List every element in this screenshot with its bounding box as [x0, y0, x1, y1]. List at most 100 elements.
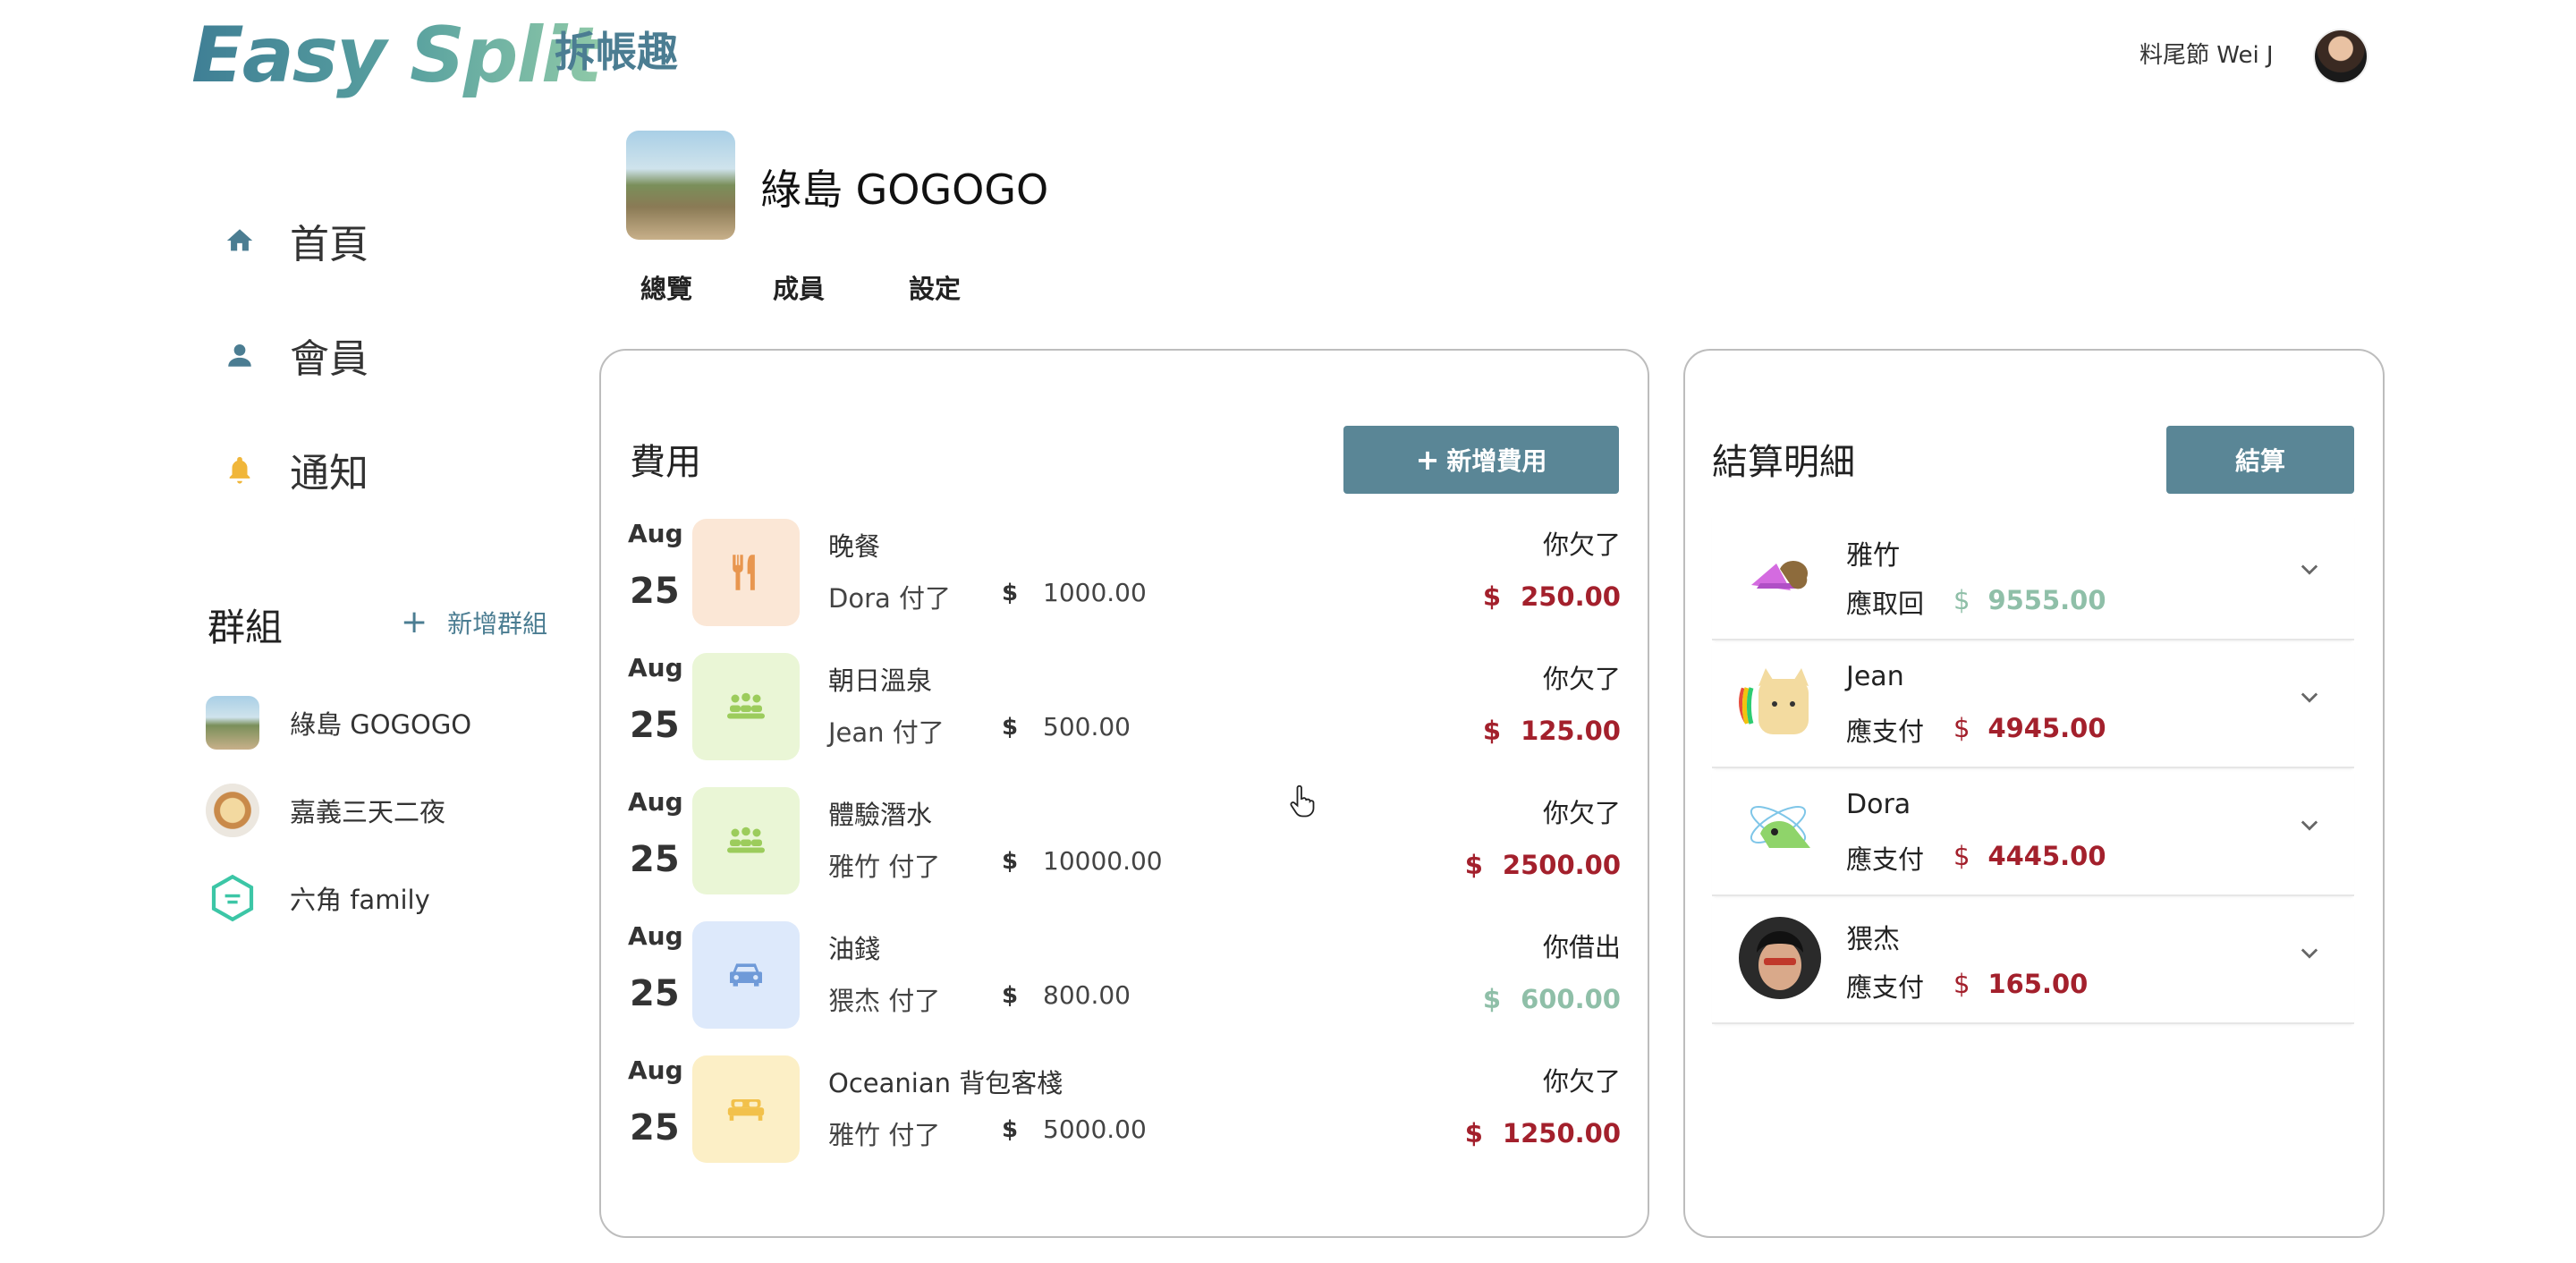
member-name: Dora [1846, 789, 1911, 820]
expense-status: 你欠了 [1542, 798, 1621, 828]
settlement-row[interactable]: Dora 應支付 $4445.00 [1712, 767, 2354, 896]
settlement-value: 4945.00 [1987, 713, 2106, 743]
expense-row[interactable]: Aug 25 體驗潛水 雅竹 付了 $ 10000.00 你欠了 $2500.0… [626, 787, 1621, 921]
expense-row[interactable]: Aug 25 朝日溫泉 Jean 付了 $ 500.00 你欠了 $125.00 [626, 653, 1621, 787]
expense-day: 25 [630, 839, 680, 880]
settlement-amount: $4445.00 [1953, 841, 2106, 871]
expense-currency: $ [1002, 982, 1019, 1009]
expense-amount: 10000.00 [1043, 846, 1163, 876]
add-group-label: 新增群組 [447, 609, 548, 639]
group-thumbnail [206, 696, 259, 750]
plus-icon: + [401, 604, 428, 640]
share-currency: $ [1482, 581, 1502, 612]
hand-cursor-icon [1290, 785, 1315, 818]
settlement-amount: $165.00 [1953, 969, 2088, 999]
expense-share: $1250.00 [1465, 1118, 1621, 1149]
home-icon [222, 223, 258, 259]
group-item-chiayi[interactable]: 嘉義三天二夜 [206, 782, 445, 839]
chevron-down-icon[interactable] [2297, 812, 2322, 837]
expenses-title: 費用 [630, 442, 701, 483]
share-currency: $ [1482, 716, 1502, 746]
chevron-down-icon[interactable] [2297, 684, 2322, 709]
settlement-currency: $ [1953, 713, 1970, 743]
expense-row[interactable]: Aug 25 油錢 猥杰 付了 $ 800.00 你借出 $600.00 [626, 921, 1621, 1055]
add-expense-button[interactable]: + 新增費用 [1343, 426, 1619, 494]
expense-share: $125.00 [1483, 716, 1621, 746]
app-logo[interactable]: Easy Split [191, 11, 603, 100]
nav-label-notifications: 通知 [290, 451, 369, 496]
settlement-value: 9555.00 [1987, 585, 2106, 615]
share-amount: 2500.00 [1502, 850, 1621, 880]
group-item-hexschool[interactable]: 六角 family [206, 869, 430, 927]
expense-status: 你欠了 [1542, 664, 1621, 694]
expense-month: Aug [628, 787, 683, 817]
expense-status: 你欠了 [1542, 1066, 1621, 1097]
expense-payer: 雅竹 付了 [828, 1120, 941, 1150]
expense-payer: Dora 付了 [828, 583, 951, 614]
expense-payer: 猥杰 付了 [828, 986, 941, 1016]
settlement-label: 應支付 [1846, 972, 1925, 1003]
settlement-label: 應支付 [1846, 844, 1925, 875]
expense-amount: 800.00 [1043, 980, 1131, 1010]
tab-overview[interactable]: 總覽 [640, 268, 692, 306]
share-amount: 125.00 [1521, 716, 1621, 746]
nav-item-members[interactable]: 會員 [222, 324, 369, 386]
nav-label-home: 首頁 [290, 222, 369, 267]
expense-share: $2500.00 [1465, 850, 1621, 880]
nav-item-notifications[interactable]: 通知 [222, 438, 369, 501]
avatar [1739, 533, 1821, 615]
add-expense-label: 新增費用 [1446, 446, 1547, 476]
expense-name: Oceanian 背包客棧 [828, 1068, 1063, 1098]
avatar [1739, 917, 1821, 999]
expense-currency: $ [1002, 1116, 1019, 1143]
expense-share: $600.00 [1483, 984, 1621, 1014]
settlement-amount: $9555.00 [1953, 585, 2106, 615]
settlement-row[interactable]: Jean 應支付 $4945.00 [1712, 640, 2354, 768]
expense-status: 你欠了 [1542, 530, 1621, 560]
user-avatar[interactable] [2315, 30, 2367, 82]
utensils-icon [692, 519, 800, 626]
expense-month: Aug [628, 519, 683, 548]
settlement-row[interactable]: 雅竹 應取回 $9555.00 [1712, 512, 2354, 640]
share-amount: 1250.00 [1502, 1118, 1621, 1149]
settlement-value: 4445.00 [1987, 841, 2106, 871]
chevron-down-icon[interactable] [2297, 556, 2322, 581]
share-currency: $ [1482, 984, 1502, 1014]
share-amount: 250.00 [1521, 581, 1621, 612]
expense-status: 你借出 [1542, 932, 1621, 962]
settlement-amount: $4945.00 [1953, 713, 2106, 743]
nav-label-members: 會員 [290, 336, 369, 382]
expense-row[interactable]: Aug 25 Oceanian 背包客棧 雅竹 付了 $ 5000.00 你欠了… [626, 1055, 1621, 1190]
settlement-label: 應取回 [1846, 589, 1925, 619]
group-title: 綠島 GOGOGO [760, 165, 1049, 214]
settlement-value: 165.00 [1987, 969, 2089, 999]
expense-share: $250.00 [1483, 581, 1621, 612]
groups-heading: 群組 [208, 606, 284, 649]
app-logo-subtitle: 拆帳趣 [555, 28, 678, 76]
tab-members[interactable]: 成員 [773, 268, 825, 306]
settlement-currency: $ [1953, 585, 1970, 615]
expense-row[interactable]: Aug 25 晚餐 Dora 付了 $ 1000.00 你欠了 $250.00 [626, 519, 1621, 653]
settlement-label: 應支付 [1846, 716, 1925, 747]
expense-month: Aug [628, 921, 683, 951]
expense-day: 25 [630, 1107, 680, 1149]
people-icon [692, 787, 800, 894]
member-name: 雅竹 [1846, 540, 1900, 572]
expense-currency: $ [1002, 714, 1019, 741]
expense-day: 25 [630, 705, 680, 746]
expense-month: Aug [628, 1055, 683, 1085]
member-name: 猥杰 [1846, 924, 1900, 955]
chevron-down-icon[interactable] [2297, 940, 2322, 965]
group-item-green-island[interactable]: 綠島 GOGOGO [206, 694, 471, 751]
expense-amount: 500.00 [1043, 712, 1131, 742]
tab-settings[interactable]: 設定 [909, 268, 961, 306]
expense-amount: 5000.00 [1043, 1115, 1147, 1144]
settlement-row[interactable]: 猥杰 應支付 $165.00 [1712, 895, 2354, 1024]
expense-name: 體驗潛水 [828, 800, 933, 830]
settle-button[interactable]: 結算 [2166, 426, 2354, 494]
expense-payer: 雅竹 付了 [828, 852, 941, 882]
add-group-button[interactable]: + 新增群組 [401, 605, 547, 640]
user-name[interactable]: 料尾節 Wei J [2140, 38, 2274, 73]
hexagon-icon [206, 871, 259, 925]
nav-item-home[interactable]: 首頁 [222, 209, 369, 272]
